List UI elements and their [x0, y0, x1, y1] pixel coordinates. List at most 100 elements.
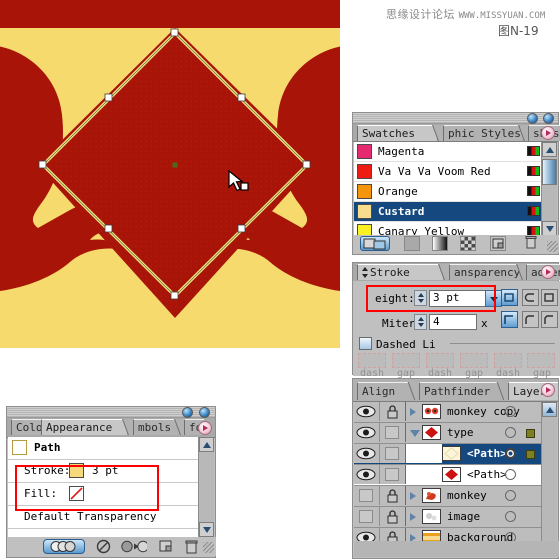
close-icon[interactable] [199, 407, 210, 418]
tab-symbols[interactable]: mbols [133, 419, 179, 435]
projecting-cap-button[interactable] [541, 289, 558, 306]
gap-field-3[interactable] [527, 353, 555, 368]
dash-field-2[interactable] [426, 353, 454, 368]
layer-lock-toggle[interactable] [380, 444, 406, 463]
layer-expand-triangle[interactable] [410, 492, 416, 500]
layer-target-indicator[interactable] [505, 406, 516, 417]
delete-item-button[interactable] [184, 539, 201, 554]
appearance-tabbar[interactable]: Colo Appearance mbols fo [7, 418, 215, 438]
layer-visibility-toggle[interactable] [354, 507, 380, 526]
gap-field-1[interactable] [392, 353, 420, 368]
list-item[interactable]: Canary Yellow [354, 222, 544, 236]
layers-panel[interactable]: Align Pathfinder Layers monkey copy type… [352, 378, 559, 559]
table-row[interactable]: image [354, 507, 544, 528]
layer-target-indicator-active[interactable] [505, 448, 516, 459]
resize-grip[interactable] [203, 542, 214, 553]
scroll-up-button[interactable] [542, 142, 557, 157]
layer-lock-toggle[interactable] [380, 528, 406, 542]
scroll-down-button[interactable] [542, 221, 557, 236]
dash-field-1[interactable] [358, 353, 386, 368]
reduce-to-basic-appearance-button[interactable] [121, 539, 147, 554]
table-row[interactable]: monkey [354, 486, 544, 507]
appearance-list[interactable]: Path Stroke: 3 pt Fill: Default Transpar… [8, 437, 200, 537]
appearance-scrollbar[interactable] [198, 437, 214, 537]
appearance-panel-menu-icon[interactable] [198, 421, 212, 435]
scrollbar-thumb[interactable] [542, 159, 557, 185]
miter-join-button[interactable] [501, 311, 518, 328]
show-swatch-kinds-button[interactable] [404, 236, 420, 251]
layer-lock-toggle[interactable] [380, 507, 406, 526]
layer-lock-toggle[interactable] [380, 486, 406, 505]
layer-target-indicator[interactable] [505, 469, 516, 480]
layer-target-indicator[interactable] [505, 490, 516, 501]
appearance-footer[interactable] [8, 537, 216, 556]
collapse-icon[interactable] [182, 407, 193, 418]
tab-transparency[interactable]: ansparency [449, 264, 521, 280]
layer-visibility-toggle[interactable] [354, 528, 380, 542]
round-join-button[interactable] [522, 311, 539, 328]
gap-field-2[interactable] [460, 353, 488, 368]
stroke-panel-menu-icon[interactable] [541, 265, 555, 279]
layer-target-indicator[interactable] [505, 427, 516, 438]
layers-panel-menu-icon[interactable] [541, 383, 555, 397]
pattern-swatch-button[interactable] [460, 236, 476, 251]
new-swatch-button[interactable] [490, 236, 506, 251]
layer-lock-toggle[interactable] [380, 423, 406, 442]
collapse-icon[interactable] [527, 113, 538, 124]
swatches-list[interactable]: Magenta Va Va Va Voom Red Orange Custard [354, 142, 544, 236]
artboard-canvas[interactable] [0, 0, 340, 348]
layer-visibility-toggle[interactable] [354, 486, 380, 505]
appearance-item-transparency[interactable]: Default Transparency [8, 506, 200, 529]
layers-scrollbar[interactable] [541, 402, 557, 542]
duplicate-item-button[interactable] [158, 539, 175, 554]
layer-lock-toggle[interactable] [380, 465, 406, 484]
layer-expand-triangle[interactable] [410, 408, 416, 416]
layer-visibility-toggle[interactable] [354, 444, 380, 463]
new-art-has-basic-appearance-button[interactable] [43, 539, 85, 554]
stroke-panel[interactable]: Stroke ansparency adient eight: 3 pt Mit… [352, 262, 560, 379]
fill-none-swatch[interactable] [69, 486, 84, 501]
appearance-item-fill[interactable]: Fill: [8, 483, 200, 506]
table-row[interactable]: <Path> [354, 465, 544, 486]
layer-visibility-toggle[interactable] [354, 423, 380, 442]
appearance-item-stroke[interactable]: Stroke: 3 pt [8, 460, 200, 483]
table-row[interactable]: type [354, 423, 544, 444]
stroke-tabbar[interactable]: Stroke ansparency adient [353, 263, 560, 282]
table-row-selected[interactable]: <Path> [354, 444, 544, 465]
swatches-panel[interactable]: Swatches phic Styles shes Magenta Va Va … [352, 112, 560, 255]
swatches-panel-grip[interactable] [353, 113, 558, 124]
tab-align[interactable]: Align [357, 382, 413, 400]
tab-swatches[interactable]: Swatches [357, 125, 437, 141]
round-cap-button[interactable] [522, 289, 539, 306]
swatch-libraries-button[interactable] [360, 236, 390, 251]
delete-swatch-button[interactable] [524, 236, 540, 251]
list-item[interactable]: Va Va Va Voom Red [354, 162, 544, 182]
swatches-tabbar[interactable]: Swatches phic Styles shes [353, 124, 560, 142]
layer-lock-toggle[interactable] [380, 402, 406, 421]
layer-target-indicator[interactable] [505, 511, 516, 522]
appearance-panel-grip[interactable] [7, 407, 215, 418]
bevel-join-button[interactable] [541, 311, 558, 328]
swatches-panel-menu-icon[interactable] [541, 126, 555, 140]
layer-expand-triangle[interactable] [410, 513, 416, 521]
dashed-line-checkbox[interactable] [359, 337, 372, 350]
layer-visibility-toggle[interactable] [354, 402, 380, 421]
tab-graphic-styles[interactable]: phic Styles [443, 125, 523, 141]
layer-expand-triangle-open[interactable] [410, 430, 420, 437]
close-icon[interactable] [543, 113, 554, 124]
scroll-up-button[interactable] [542, 402, 557, 417]
tab-color[interactable]: Colo [11, 419, 43, 435]
appearance-panel[interactable]: Colo Appearance mbols fo Path Stroke: 3 … [6, 406, 216, 558]
miter-limit-input[interactable]: 4 [429, 314, 477, 330]
layers-list[interactable]: monkey copy type <Path> <Path> monkey im… [354, 402, 544, 542]
table-row[interactable]: background [354, 528, 544, 542]
tab-stroke[interactable]: Stroke [357, 264, 443, 280]
table-row[interactable]: monkey copy [354, 402, 544, 423]
gradient-swatch-button[interactable] [432, 236, 448, 251]
swatches-footer[interactable] [354, 235, 559, 253]
layers-tabbar[interactable]: Align Pathfinder Layers [353, 379, 558, 402]
stroke-weight-input[interactable]: 3 pt [429, 290, 486, 307]
list-item[interactable]: Orange [354, 182, 544, 202]
tab-pathfinder[interactable]: Pathfinder [419, 382, 502, 400]
appearance-item-path[interactable]: Path [8, 437, 200, 460]
